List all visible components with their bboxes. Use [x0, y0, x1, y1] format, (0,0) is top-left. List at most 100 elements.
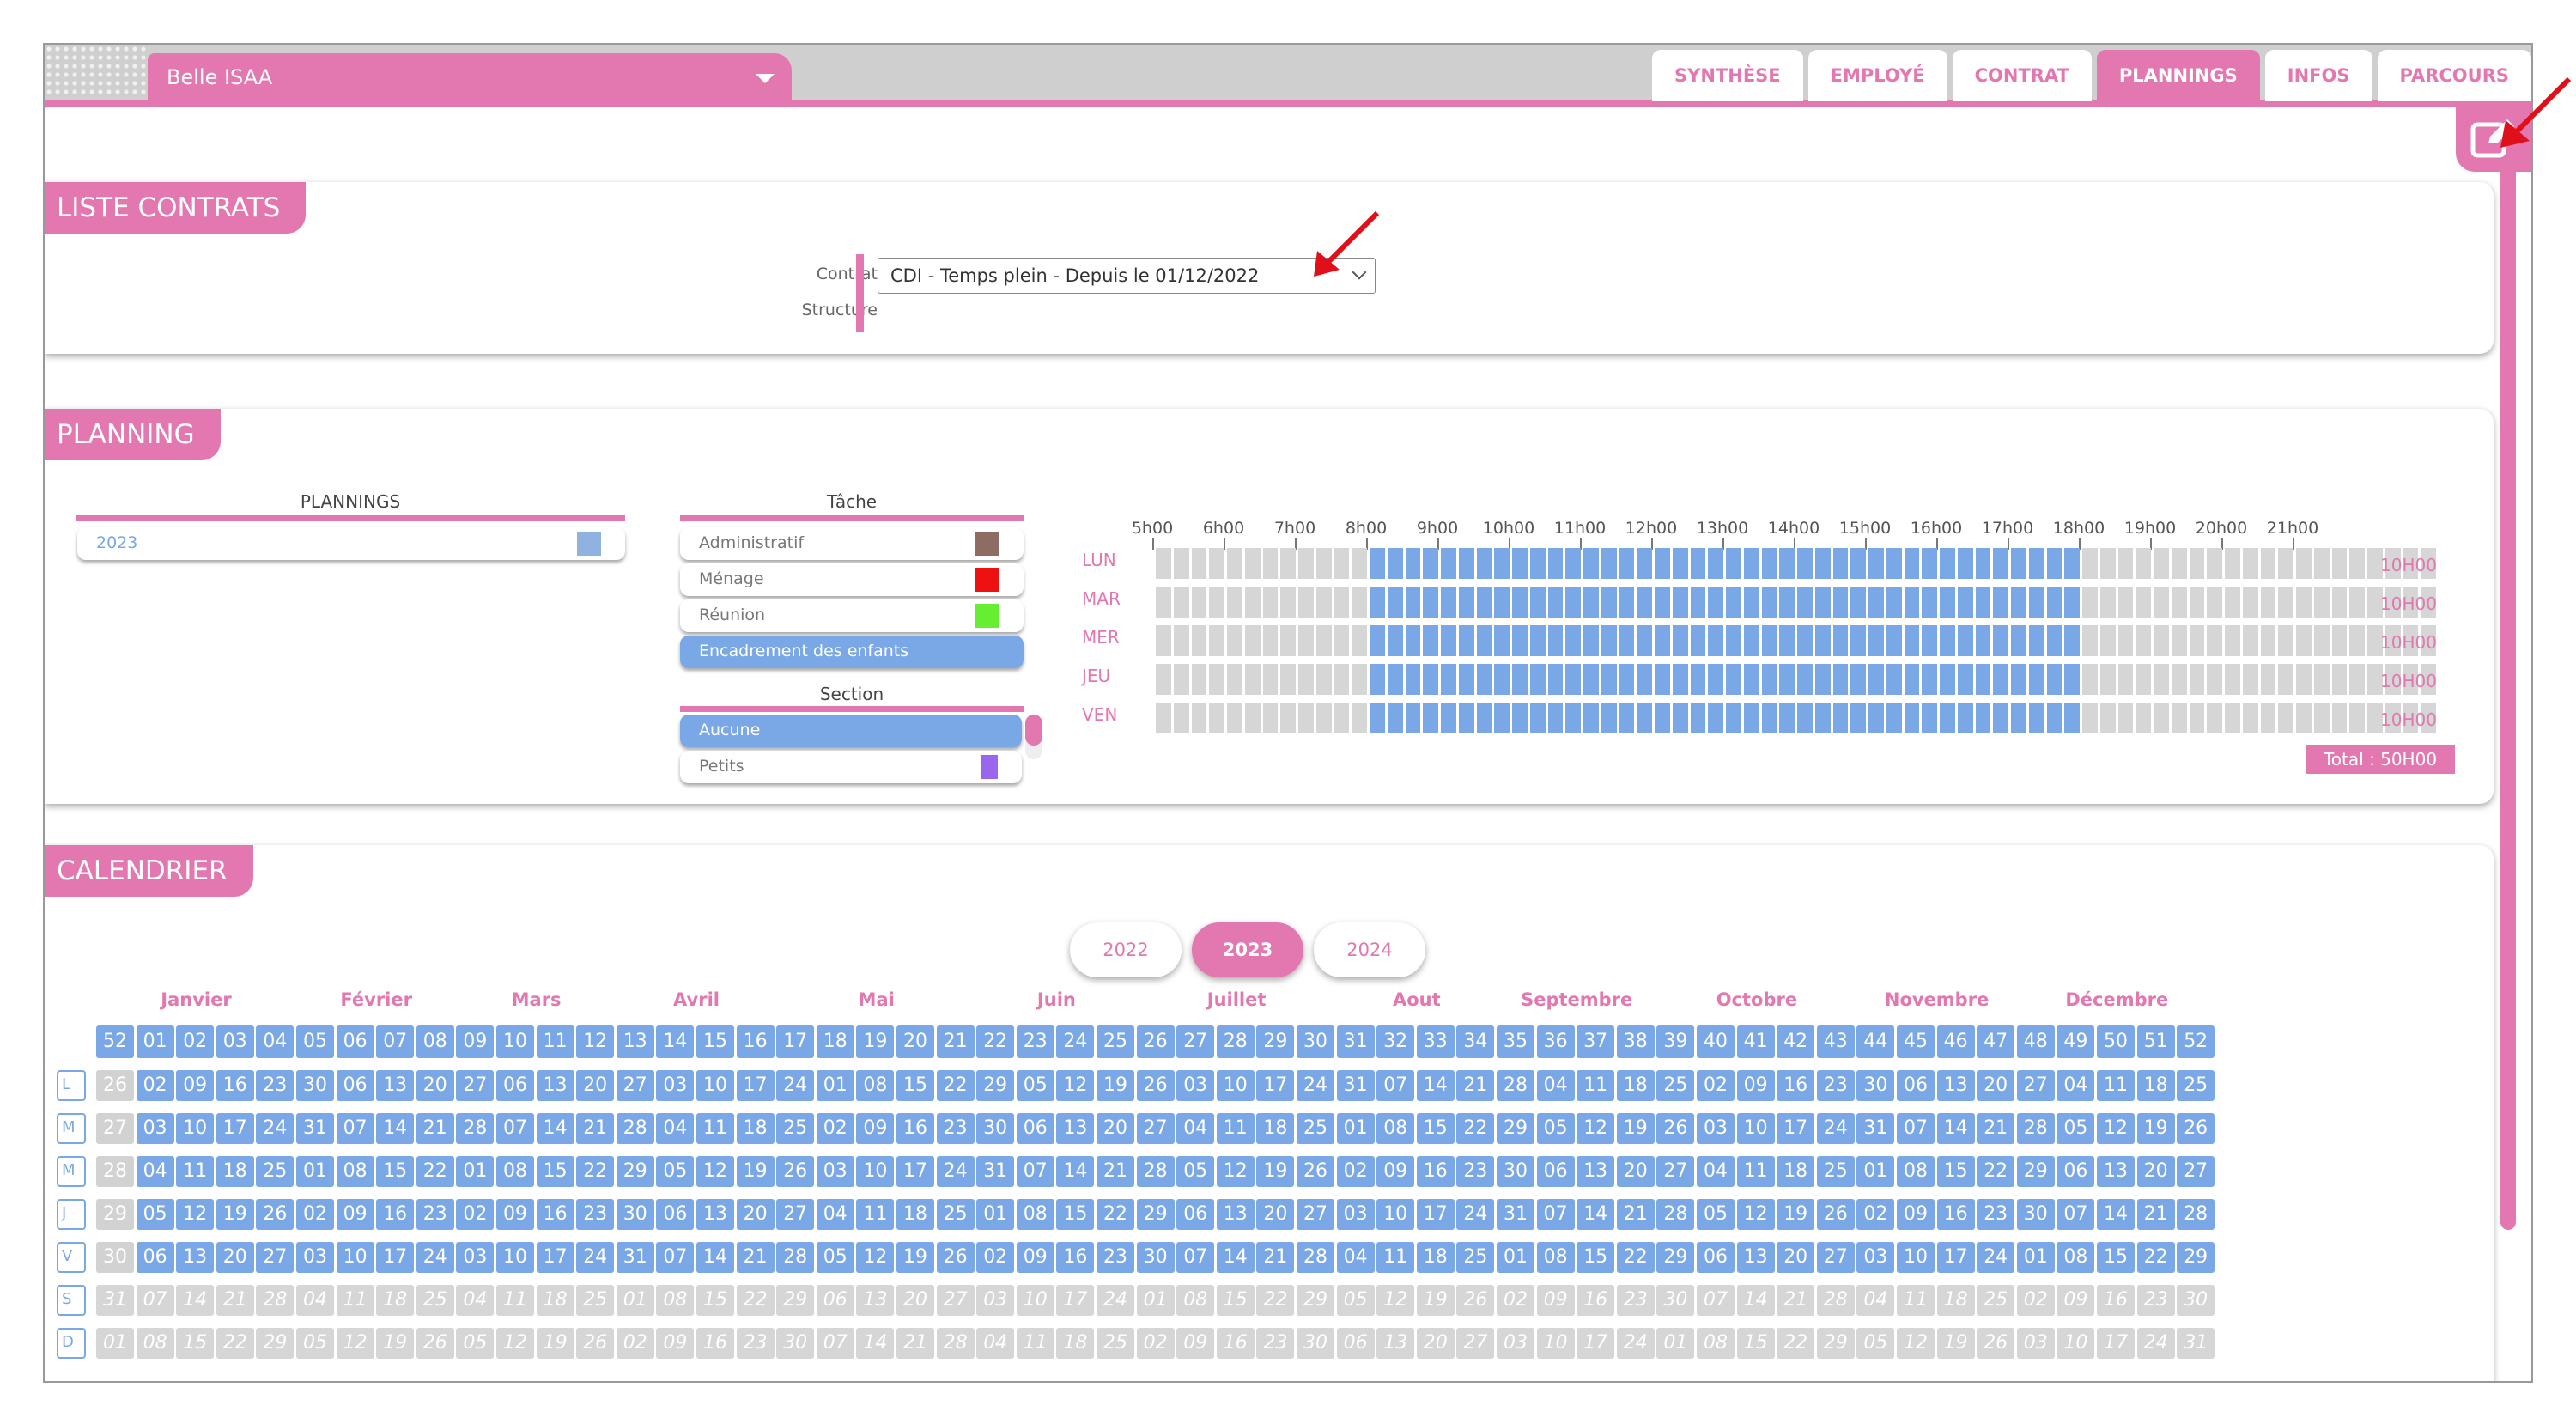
time-slot[interactable] — [1423, 625, 1438, 656]
time-slot[interactable] — [1583, 664, 1599, 695]
time-slot[interactable] — [1512, 703, 1528, 733]
calendar-day[interactable]: 26 — [1297, 1156, 1334, 1187]
calendar-day[interactable]: 22 — [2136, 1242, 2175, 1273]
calendar-day[interactable]: 07 — [336, 1113, 374, 1144]
calendar-day[interactable]: 13 — [176, 1242, 215, 1273]
calendar-day[interactable]: 05 — [296, 1328, 334, 1359]
calendar-day[interactable]: 08 — [1016, 1199, 1054, 1230]
time-slot[interactable] — [1423, 548, 1438, 579]
time-slot[interactable] — [1262, 548, 1279, 579]
time-slot[interactable] — [1814, 703, 1831, 733]
calendar-day[interactable]: 02 — [1497, 1285, 1534, 1316]
time-slot[interactable] — [1832, 625, 1849, 656]
week-number[interactable]: 04 — [256, 1025, 295, 1058]
calendar-day[interactable]: 24 — [1297, 1070, 1334, 1101]
week-number[interactable]: 31 — [1336, 1025, 1375, 1058]
calendar-day[interactable]: 05 — [1016, 1070, 1054, 1101]
time-slot[interactable] — [2028, 664, 2044, 695]
calendar-day[interactable]: 05 — [136, 1199, 174, 1230]
time-slot[interactable] — [1529, 664, 1546, 695]
time-slot[interactable] — [1244, 664, 1261, 695]
calendar-day[interactable]: 29 — [1136, 1199, 1175, 1230]
week-number[interactable]: 25 — [1097, 1025, 1134, 1058]
time-slot[interactable] — [2349, 664, 2365, 695]
time-slot[interactable] — [2064, 587, 2080, 618]
calendar-day[interactable]: 13 — [2097, 1156, 2135, 1187]
calendar-day[interactable]: 27 — [1656, 1156, 1695, 1187]
time-slot[interactable] — [1993, 587, 2008, 618]
time-slot[interactable] — [2242, 548, 2258, 579]
time-slot[interactable] — [2189, 548, 2205, 579]
calendar-day[interactable]: 14 — [856, 1328, 895, 1359]
time-slot[interactable] — [1993, 548, 2008, 579]
calendar-day[interactable]: 12 — [696, 1156, 734, 1187]
calendar-day[interactable]: 21 — [1616, 1199, 1655, 1230]
time-slot[interactable] — [1868, 625, 1884, 656]
time-slot[interactable] — [1886, 587, 1902, 618]
calendar-day[interactable]: 25 — [776, 1113, 815, 1144]
time-slot[interactable] — [2064, 703, 2080, 733]
calendar-day[interactable]: 15 — [1577, 1242, 1615, 1273]
time-slot[interactable] — [1173, 625, 1189, 656]
calendar-day[interactable]: 01 — [816, 1070, 854, 1101]
calendar-day[interactable]: 29 — [616, 1156, 654, 1187]
time-slot[interactable] — [2154, 664, 2169, 695]
calendar-day[interactable]: 29 — [1497, 1113, 1534, 1144]
time-slot[interactable] — [1761, 625, 1777, 656]
time-slot[interactable] — [2117, 587, 2134, 618]
time-slot[interactable] — [1156, 625, 1171, 656]
time-slot[interactable] — [1529, 548, 1546, 579]
time-slot[interactable] — [2313, 625, 2330, 656]
year-button-2023[interactable]: 2023 — [1192, 922, 1303, 977]
time-slot[interactable] — [2171, 703, 2187, 733]
time-slot[interactable] — [1334, 548, 1350, 579]
week-number[interactable]: 06 — [336, 1025, 374, 1058]
time-slot[interactable] — [2207, 664, 2222, 695]
contract-select[interactable]: CDI - Temps plein - Depuis le 01/12/2022 — [878, 258, 1376, 294]
time-slot[interactable] — [2189, 625, 2205, 656]
time-slot[interactable] — [1601, 587, 1617, 618]
calendar-day[interactable]: 09 — [1016, 1242, 1054, 1273]
calendar-day[interactable]: 15 — [1936, 1156, 1975, 1187]
time-slot[interactable] — [1886, 664, 1902, 695]
time-slot[interactable] — [2046, 625, 2063, 656]
calendar-day[interactable]: 12 — [496, 1328, 534, 1359]
calendar-day[interactable]: 08 — [1897, 1156, 1935, 1187]
calendar-day[interactable]: 29 — [2016, 1156, 2055, 1187]
calendar-day[interactable]: 21 — [216, 1285, 254, 1316]
calendar-day[interactable]: 09 — [1176, 1328, 1215, 1359]
calendar-day[interactable]: 10 — [176, 1113, 215, 1144]
calendar-day[interactable]: 11 — [1736, 1156, 1775, 1187]
time-slot[interactable] — [1262, 625, 1279, 656]
calendar-day[interactable]: 07 — [1897, 1113, 1935, 1144]
time-slot[interactable] — [2046, 548, 2063, 579]
week-number[interactable]: 50 — [2097, 1025, 2135, 1058]
calendar-day[interactable]: 03 — [1336, 1199, 1375, 1230]
time-slot[interactable] — [2296, 548, 2312, 579]
time-slot[interactable] — [1405, 703, 1421, 733]
time-slot[interactable] — [1850, 664, 1866, 695]
calendar-day[interactable]: 02 — [136, 1070, 174, 1101]
time-slot[interactable] — [1441, 548, 1456, 579]
calendar-day[interactable]: 01 — [1136, 1285, 1175, 1316]
week-number[interactable]: 44 — [1856, 1025, 1895, 1058]
week-number[interactable]: 02 — [176, 1025, 215, 1058]
time-slot[interactable] — [1583, 587, 1599, 618]
calendar-day[interactable]: 14 — [176, 1285, 215, 1316]
time-slot[interactable] — [2136, 625, 2151, 656]
time-slot[interactable] — [2099, 625, 2116, 656]
time-slot[interactable] — [1512, 664, 1528, 695]
week-number[interactable]: 13 — [616, 1025, 654, 1058]
time-slot[interactable] — [1458, 664, 1474, 695]
calendar-day[interactable]: 08 — [496, 1156, 534, 1187]
calendar-day[interactable]: 19 — [736, 1156, 775, 1187]
calendar-day[interactable]: 19 — [1777, 1199, 1815, 1230]
calendar-day[interactable]: 29 — [776, 1285, 815, 1316]
calendar-day[interactable]: 15 — [1216, 1285, 1255, 1316]
section-scrollbar[interactable] — [1025, 715, 1042, 759]
time-slot[interactable] — [1993, 664, 2008, 695]
week-number[interactable]: 42 — [1777, 1025, 1815, 1058]
calendar-day[interactable]: 21 — [1977, 1113, 2015, 1144]
calendar-day[interactable]: 27 — [256, 1242, 295, 1273]
time-slot[interactable] — [1797, 548, 1813, 579]
